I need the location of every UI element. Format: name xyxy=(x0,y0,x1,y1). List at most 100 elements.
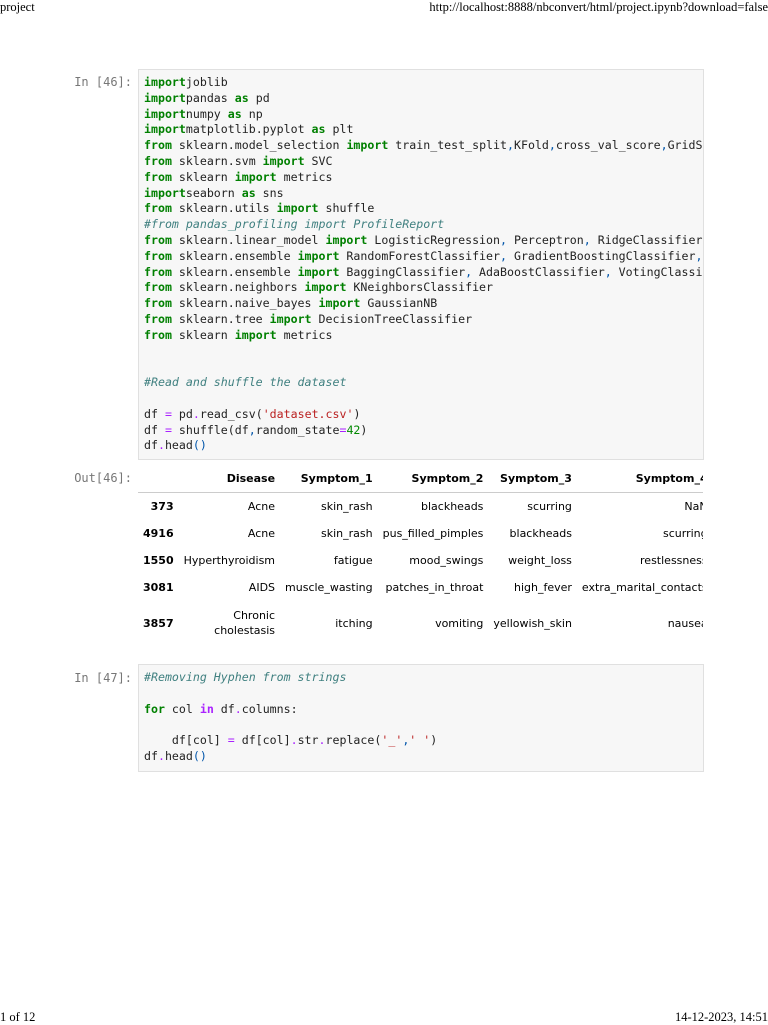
code-line: from sklearn.tree import DecisionTreeCla… xyxy=(144,312,703,328)
code-line: from sklearn.model_selection import trai… xyxy=(144,138,703,154)
code-token: import xyxy=(234,169,277,184)
code-line: from sklearn import metrics xyxy=(144,170,703,186)
code-line: importnumpy as np xyxy=(144,107,703,123)
code-token: import xyxy=(144,106,186,121)
code-token: from xyxy=(144,280,172,295)
code-token: matplotlib.pyplot xyxy=(185,122,312,137)
code-token: '_' xyxy=(381,733,403,748)
code-token: . xyxy=(157,438,165,453)
page-title: project xyxy=(0,0,35,14)
code-token: seaborn xyxy=(185,185,242,200)
code-token: np xyxy=(241,106,263,121)
table-cell: fatigue xyxy=(333,554,373,567)
code-token: from xyxy=(144,153,172,168)
row-index: 3857 xyxy=(143,616,174,630)
code-token: df xyxy=(144,438,158,453)
table-cell: mood_swings xyxy=(409,554,484,567)
code-token: . xyxy=(192,406,200,421)
code-token: () xyxy=(192,748,207,763)
code-token: pandas xyxy=(185,90,235,105)
code-line: df.head() xyxy=(144,438,703,454)
code-cell-46[interactable]: importjoblib importpandas as pd importnump… xyxy=(138,69,704,460)
code-token: from xyxy=(144,232,172,247)
code-token: import xyxy=(297,248,340,263)
code-line: from sklearn.neighbors import KNeighbors… xyxy=(144,280,703,296)
code-token: RandomForestClassifier xyxy=(339,248,500,263)
code-token: BaggingClassifier xyxy=(339,264,466,279)
code-token: sklearn xyxy=(171,327,235,342)
code-token: pd xyxy=(171,406,193,421)
code-token: import xyxy=(144,122,186,137)
table-cell: blackheads xyxy=(421,500,484,513)
input-prompt-46: In [46]: xyxy=(74,75,132,89)
code-editor[interactable]: #Removing Hyphen from strings for col in… xyxy=(139,665,703,765)
output-prompt-46: Out[46]: xyxy=(74,471,132,485)
row-index: 373 xyxy=(150,500,174,513)
code-editor[interactable]: importjoblib importpandas as pd importnump… xyxy=(139,70,703,454)
code-token: import xyxy=(346,138,389,153)
code-token: . xyxy=(290,733,298,748)
code-token: head xyxy=(164,438,193,453)
column-header: Symptom_4 xyxy=(576,464,703,493)
code-token: import xyxy=(144,185,186,200)
code-token: VotingClassifier xyxy=(618,264,703,279)
code-line: df = shuffle(df,random_state=42) xyxy=(144,423,703,439)
table-cell: Acne xyxy=(247,527,276,540)
code-token: columns: xyxy=(241,701,298,716)
code-line: df.head() xyxy=(144,749,703,765)
code-token: df xyxy=(213,701,235,716)
row-index: 3081 xyxy=(143,581,174,594)
code-token: sklearn.linear_model xyxy=(171,232,326,247)
code-token: , xyxy=(702,233,703,247)
code-token: sklearn.ensemble xyxy=(171,264,298,279)
code-line: importseaborn as sns xyxy=(144,186,703,202)
table-cell: restlessness xyxy=(640,554,703,567)
code-token: df[col] xyxy=(144,733,228,748)
code-token: , xyxy=(500,248,507,263)
code-token: sklearn.tree xyxy=(171,311,270,326)
table-row: 4916 Acne skin_rash pus_filled_pimples black… xyxy=(138,520,703,547)
code-token: SVC xyxy=(304,153,333,168)
code-token: from xyxy=(144,327,172,342)
code-line: for col in df.columns: xyxy=(144,702,703,718)
code-token: . xyxy=(157,748,165,763)
code-line: from sklearn import metrics xyxy=(144,328,703,344)
code-token: , xyxy=(660,138,668,153)
code-line: from sklearn.naive_bayes import Gaussian… xyxy=(144,296,703,312)
code-token: sklearn xyxy=(171,169,235,184)
table-row: 1550 Hyperthyroidism fatigue mood_swings wei… xyxy=(138,547,703,574)
code-token: . xyxy=(234,701,242,716)
code-token: import xyxy=(269,311,312,326)
code-token: pd xyxy=(248,90,270,105)
code-line: #Removing Hyphen from strings xyxy=(144,670,703,686)
code-token: from xyxy=(144,169,172,184)
code-token: #Read and shuffle the dataset xyxy=(144,375,347,390)
code-cell-47[interactable]: #Removing Hyphen from strings for col in… xyxy=(138,664,704,772)
code-token: in xyxy=(199,701,214,716)
code-token: = xyxy=(164,406,172,421)
code-token: GridSearchCV xyxy=(667,138,703,153)
code-token: col xyxy=(164,701,200,716)
table-cell: NaN xyxy=(684,500,703,513)
table-cell: skin_rash xyxy=(321,527,373,540)
table-cell: extra_marital_contacts xyxy=(581,581,703,594)
code-token: numpy xyxy=(185,106,228,121)
code-token: from xyxy=(144,248,172,263)
code-token: , xyxy=(548,138,556,153)
table-cell: skin_rash xyxy=(321,500,373,513)
code-token: , xyxy=(604,264,612,279)
column-header xyxy=(138,464,179,493)
dataframe-output: Disease Symptom_1 Symptom_2 Symptom_3 Sympto… xyxy=(138,464,703,645)
code-token: joblib xyxy=(185,75,228,89)
code-token: df[col] xyxy=(234,733,291,748)
code-token: replace( xyxy=(325,733,382,748)
code-token: from xyxy=(144,311,172,326)
code-line: importpandas as pd xyxy=(144,91,703,107)
code-token: #Removing Hyphen from strings xyxy=(144,670,347,684)
code-token: sklearn.svm xyxy=(171,153,263,168)
code-token: as xyxy=(241,185,256,200)
code-line: df[col] = df[col].str.replace('_',' ') xyxy=(144,733,703,749)
code-token: import xyxy=(318,296,361,311)
code-token: import xyxy=(144,75,186,89)
code-token: ) xyxy=(360,422,368,437)
